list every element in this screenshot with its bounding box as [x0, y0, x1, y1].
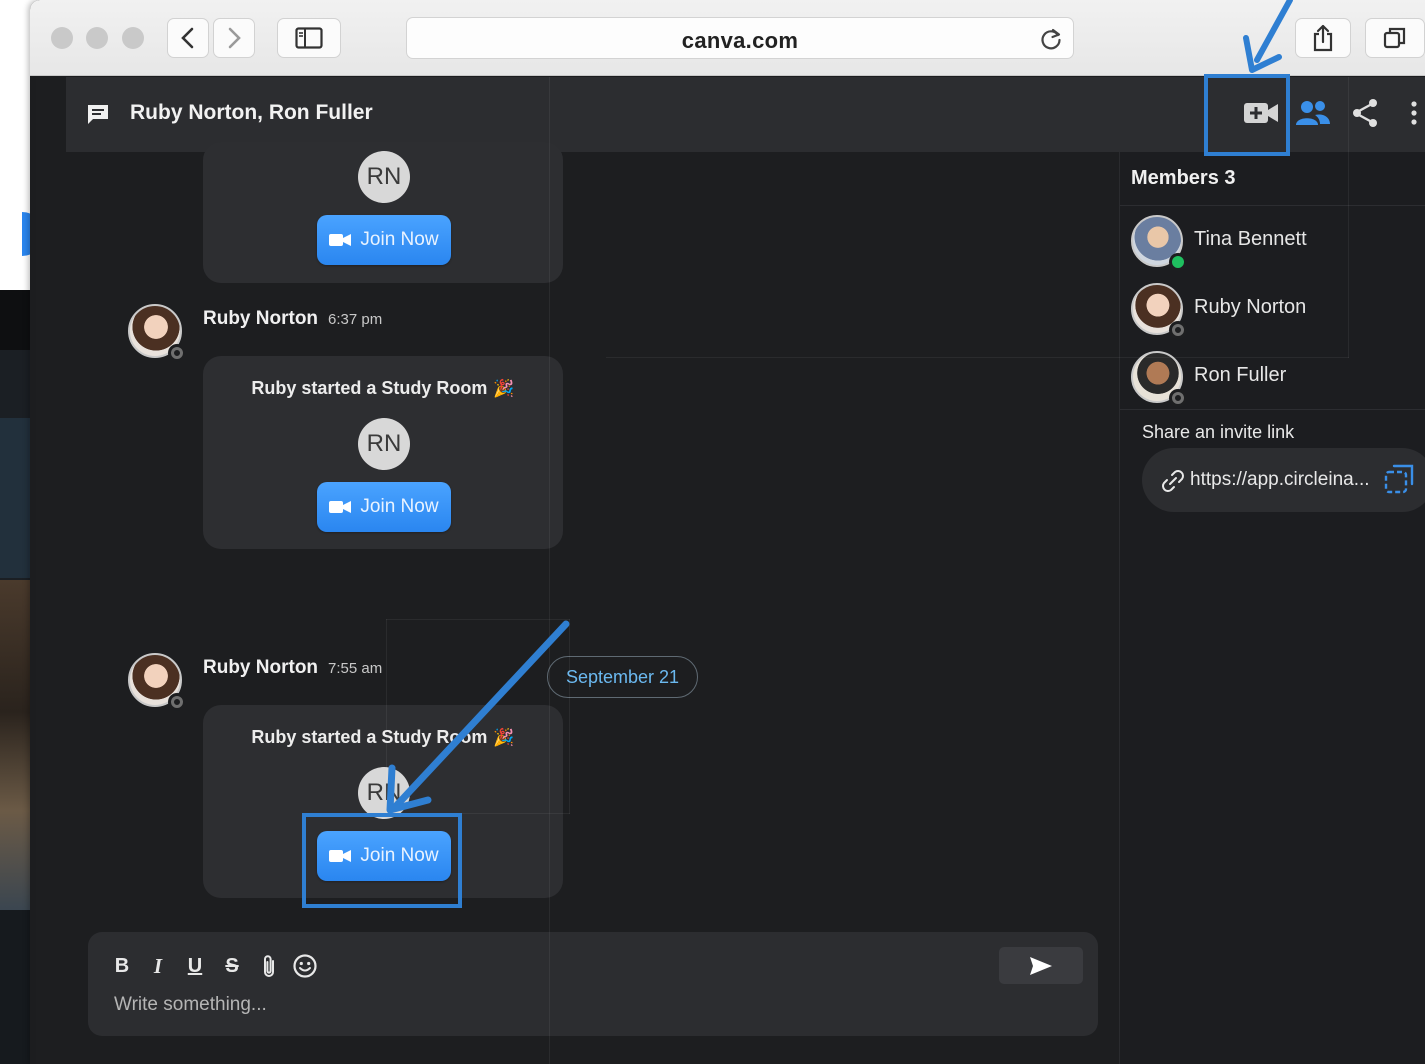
sender-name: Ruby Norton 6:37 pm [203, 308, 382, 330]
divider [1120, 409, 1425, 410]
message-composer: B I U S Write something... [88, 932, 1098, 1036]
forward-button[interactable] [213, 18, 255, 58]
study-room-card: Ruby started a Study Room 🎉 RN Join Now [203, 356, 563, 549]
member-avatar[interactable] [1131, 283, 1187, 339]
send-button[interactable] [999, 947, 1083, 984]
message-input[interactable]: Write something... [114, 994, 267, 1016]
sidebar-icon [295, 27, 323, 49]
member-name[interactable]: Ron Fuller [1194, 364, 1286, 387]
highlight-box [302, 813, 462, 908]
divider [1120, 205, 1425, 206]
chat-title: Ruby Norton, Ron Fuller [130, 101, 373, 124]
address-url: canva.com [681, 28, 799, 53]
join-now-button[interactable]: Join Now [317, 482, 451, 532]
invite-url: https://app.circleina... [1190, 469, 1370, 490]
chat-bubble-icon [88, 105, 108, 124]
sidebar-toggle-button[interactable] [277, 18, 341, 58]
browser-toolbar: canva.com [30, 0, 1425, 76]
join-now-label: Join Now [360, 496, 439, 517]
more-options-icon[interactable] [1408, 97, 1420, 129]
window-minimize-button[interactable] [86, 27, 108, 49]
sender-avatar[interactable] [128, 653, 186, 711]
share-icon[interactable] [1350, 97, 1380, 129]
room-avatar: RN [358, 767, 410, 819]
party-popper-icon: 🎉 [493, 728, 515, 747]
browser-window: canva.com Ruby Norton, Ron Fuller RN Joi… [30, 0, 1425, 1064]
sender-name-text: Ruby Norton [203, 308, 319, 329]
address-bar[interactable]: canva.com [406, 17, 1074, 59]
share-upload-icon [1313, 24, 1333, 52]
members-panel: Members 3 Tina Bennett Ruby Norton Ron F… [1119, 152, 1425, 1064]
guide-line [569, 619, 570, 814]
video-camera-icon [329, 501, 352, 513]
party-popper-icon: 🎉 [493, 379, 515, 398]
emoji-button[interactable] [291, 952, 319, 980]
emoji-icon [293, 954, 317, 978]
message-list: RN Join Now Ruby Norton 6:37 pm Ruby star… [66, 142, 1119, 1064]
guide-line [549, 77, 550, 1064]
status-online-indicator [1169, 253, 1187, 271]
back-button[interactable] [167, 18, 209, 58]
card-caption: Ruby started a Study Room 🎉 [203, 378, 563, 399]
chevron-left-icon [181, 27, 194, 49]
join-now-label: Join Now [360, 229, 439, 250]
sender-name: Ruby Norton 7:55 am [203, 657, 382, 679]
guide-line [1348, 77, 1349, 358]
status-offline-indicator [1169, 321, 1187, 339]
card-caption-text: Ruby started a Study Room [251, 727, 488, 747]
member-name[interactable]: Ruby Norton [1194, 296, 1306, 319]
window-close-button[interactable] [51, 27, 73, 49]
copy-link-icon[interactable] [1382, 462, 1418, 498]
card-caption-text: Ruby started a Study Room [251, 378, 488, 398]
italic-button[interactable]: I [144, 952, 172, 980]
member-avatar[interactable] [1131, 351, 1187, 407]
highlight-box [1204, 74, 1290, 156]
member-name[interactable]: Tina Bennett [1194, 228, 1307, 251]
sender-avatar[interactable] [128, 304, 186, 362]
invite-link-field[interactable]: https://app.circleina... [1142, 448, 1425, 512]
status-offline-indicator [168, 344, 186, 362]
guide-line [606, 357, 1349, 358]
sender-name-text: Ruby Norton [203, 657, 319, 678]
invite-label: Share an invite link [1142, 422, 1295, 442]
status-offline-indicator [168, 693, 186, 711]
card-caption: Ruby started a Study Room 🎉 [203, 727, 563, 748]
guide-line [386, 619, 570, 620]
paperclip-icon [264, 955, 274, 977]
tabs-overview-button[interactable] [1365, 18, 1425, 58]
join-now-button[interactable]: Join Now [317, 215, 451, 265]
member-avatar[interactable] [1131, 215, 1187, 271]
status-offline-indicator [1169, 389, 1187, 407]
link-icon [1162, 470, 1184, 492]
attach-button[interactable] [255, 952, 283, 980]
chevron-right-icon [228, 27, 241, 49]
send-icon [1030, 956, 1052, 975]
share-page-button[interactable] [1295, 18, 1351, 58]
members-header: Members 3 [1131, 167, 1236, 189]
guide-line [386, 619, 387, 814]
room-avatar: RN [358, 418, 410, 470]
room-avatar: RN [358, 151, 410, 203]
video-camera-icon [329, 234, 352, 246]
underline-button[interactable]: U [181, 952, 209, 980]
message-time: 6:37 pm [328, 311, 383, 328]
reload-icon[interactable] [1039, 26, 1063, 52]
window-zoom-button[interactable] [122, 27, 144, 49]
message-time: 7:55 am [328, 660, 383, 677]
chat-app: Ruby Norton, Ron Fuller RN Join Now Ruby… [36, 77, 1425, 1064]
members-icon[interactable] [1295, 97, 1331, 129]
tabs-icon [1383, 27, 1406, 49]
study-room-card: RN Join Now [203, 142, 563, 283]
strikethrough-button[interactable]: S [218, 952, 246, 980]
bold-button[interactable]: B [108, 952, 136, 980]
